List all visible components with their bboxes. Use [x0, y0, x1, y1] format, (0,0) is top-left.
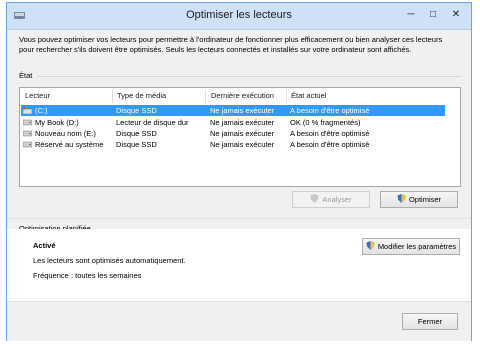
- dialog-footer: Fermer: [7, 301, 471, 341]
- analyze-button[interactable]: Analyser: [292, 191, 370, 208]
- media-type: Disque SSD: [116, 140, 157, 149]
- hard-drive-icon: [23, 130, 32, 137]
- close-button[interactable]: Fermer: [402, 313, 458, 330]
- current-state: A besoin d'être optimisé: [290, 140, 370, 149]
- column-header-current-state[interactable]: État actuel: [291, 91, 326, 103]
- status-section-label: État: [19, 71, 33, 80]
- scheduled-frequency: Fréquence : toutes les semaines: [33, 271, 142, 280]
- admin-shield-icon: [366, 241, 375, 250]
- drive-name: (C:): [35, 106, 48, 115]
- admin-shield-icon: [310, 194, 319, 203]
- media-type: Disque SSD: [116, 106, 157, 115]
- optimize-button-label: Optimiser: [408, 195, 442, 204]
- analyze-button-label: Analyser: [322, 195, 352, 204]
- admin-shield-icon: [397, 194, 406, 203]
- optimize-button[interactable]: Optimiser: [380, 191, 458, 208]
- media-type: Lecteur de disque dur: [116, 118, 189, 127]
- column-separator[interactable]: [205, 90, 206, 103]
- scheduled-description: Les lecteurs sont optimisés automatiquem…: [33, 256, 186, 265]
- last-run: Ne jamais exécuter: [210, 129, 275, 138]
- media-type: Disque SSD: [116, 129, 157, 138]
- last-run: Ne jamais exécuter: [210, 106, 275, 115]
- drive-name: Nouveau nom (E:): [35, 129, 96, 138]
- drive-name: Réservé au système: [35, 140, 104, 149]
- status-divider: [37, 76, 461, 77]
- column-header-drive[interactable]: Lecteur: [25, 91, 50, 103]
- current-state: A besoin d'être optimisé: [290, 129, 370, 138]
- close-window-button[interactable]: ✕: [445, 7, 467, 23]
- column-header-media-type[interactable]: Type de média: [117, 91, 166, 103]
- table-row[interactable]: (C:) Disque SSD Ne jamais exécuter A bes…: [21, 105, 445, 116]
- minimize-button[interactable]: ─: [402, 7, 420, 23]
- last-run: Ne jamais exécuter: [210, 140, 275, 149]
- section-divider: [7, 218, 471, 219]
- current-state: OK (0 % fragmentés): [290, 118, 361, 127]
- table-row[interactable]: My Book (D:) Lecteur de disque dur Ne ja…: [21, 117, 445, 128]
- scheduled-status: Activé: [33, 241, 56, 250]
- maximize-button[interactable]: □: [424, 7, 442, 23]
- change-settings-label: Modifier les paramètres: [377, 242, 457, 251]
- hard-drive-icon: [23, 141, 32, 148]
- current-state: A besoin d'être optimisé: [290, 106, 370, 115]
- column-header-last-run[interactable]: Dernière exécution: [211, 91, 274, 103]
- drive-name: My Book (D:): [35, 118, 79, 127]
- table-row[interactable]: Réservé au système Disque SSD Ne jamais …: [21, 139, 445, 150]
- drives-list[interactable]: Lecteur Type de média Dernière exécution…: [19, 87, 461, 187]
- column-separator[interactable]: [286, 90, 287, 103]
- last-run: Ne jamais exécuter: [210, 118, 275, 127]
- title-bar[interactable]: Optimiser les lecteurs ─ □ ✕: [7, 3, 471, 30]
- hard-drive-icon: [23, 119, 32, 126]
- intro-text: Vous pouvez optimiser vos lecteurs pour …: [19, 35, 443, 54]
- table-row[interactable]: Nouveau nom (E:) Disque SSD Ne jamais ex…: [21, 128, 445, 139]
- change-settings-button[interactable]: Modifier les paramètres: [362, 238, 460, 255]
- optimize-drives-window: Optimiser les lecteurs ─ □ ✕ Vous pouvez…: [6, 2, 472, 341]
- column-separator[interactable]: [112, 90, 113, 103]
- windows-drive-icon: [23, 107, 32, 114]
